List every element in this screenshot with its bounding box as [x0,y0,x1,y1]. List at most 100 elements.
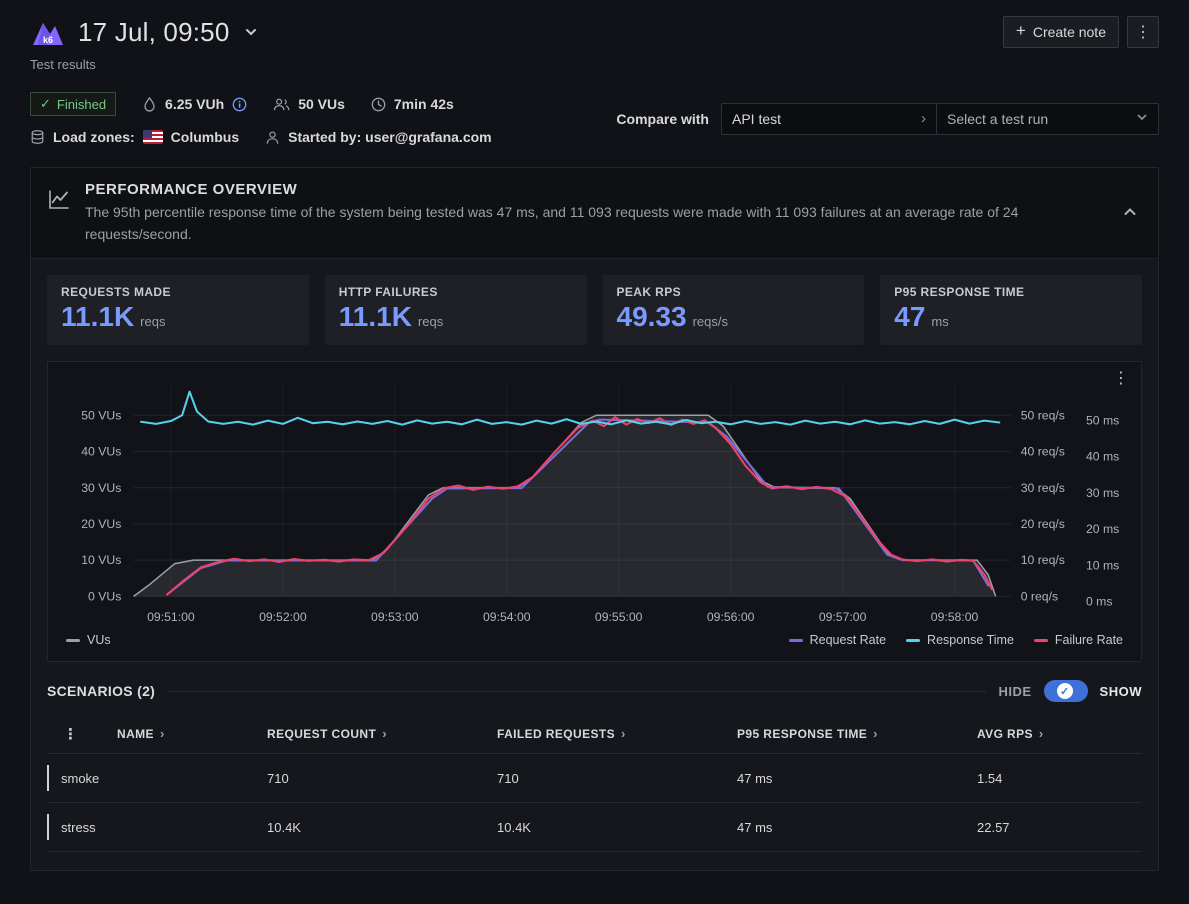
cell-p95: 47 ms [737,820,977,835]
column-header-avg-rps[interactable]: AVG RPS› [977,726,1142,741]
svg-text:20 ms: 20 ms [1086,522,1119,536]
svg-text:0 VUs: 0 VUs [88,590,121,604]
table-row-smoke[interactable]: smoke 710 710 47 ms 1.54 [47,754,1142,803]
chevron-down-icon [1136,110,1148,127]
load-zones: Load zones: Columbus [30,129,239,145]
legend-response-time[interactable]: Response Time [906,633,1014,647]
stat-label: PEAK RPS [617,285,851,299]
svg-text:30 ms: 30 ms [1086,486,1119,500]
svg-text:30 req/s: 30 req/s [1021,481,1065,495]
page-subtitle: Test results [30,57,260,72]
legend-vus[interactable]: VUs [66,633,111,647]
column-header-request-count[interactable]: REQUEST COUNT› [267,726,497,741]
column-header-p95-response-time[interactable]: P95 RESPONSE TIME› [737,726,977,741]
performance-chart-panel: ⋮ 0 VUs10 VUs20 VUs30 VUs40 VUs50 VUs0 r… [47,361,1142,662]
legend-label: Response Time [927,633,1014,647]
user-icon [265,130,280,145]
started-by: Started by: user@grafana.com [265,129,492,145]
table-kebab-menu[interactable]: ⋮ [47,725,117,743]
svg-text:09:51:00: 09:51:00 [147,610,195,624]
vuh-value: 6.25 VUh [165,96,224,112]
compare-with-label: Compare with [616,111,709,127]
svg-text:30 VUs: 30 VUs [81,481,121,495]
svg-text:0 ms: 0 ms [1086,595,1112,609]
column-header-name[interactable]: NAME› [117,726,267,741]
stat-requests-made: REQUESTS MADE 11.1Kreqs [47,275,309,345]
page-title: 17 Jul, 09:50 [78,17,230,48]
legend-request-rate[interactable]: Request Rate [789,633,886,647]
hide-show-toggle[interactable]: ✓ [1044,680,1088,702]
row-accent [47,765,49,791]
svg-text:50 VUs: 50 VUs [81,409,121,423]
compare-run-placeholder: Select a test run [947,111,1048,127]
scenarios-header: SCENARIOS (2) HIDE ✓ SHOW [31,662,1158,712]
duration-metric: 7min 42s [371,96,454,112]
meta-row-2: Load zones: Columbus Started by: user@gr… [30,129,492,145]
row-accent [47,814,49,840]
series-response-time [141,392,999,425]
svg-text:40 VUs: 40 VUs [81,445,121,459]
svg-text:09:55:00: 09:55:00 [595,610,643,624]
started-by-value: Started by: user@grafana.com [288,129,492,145]
meta-left: ✓ Finished 6.25 VUh 50 VUs [30,92,492,145]
svg-text:09:58:00: 09:58:00 [931,610,979,624]
legend-label: Request Rate [810,633,886,647]
stat-label: HTTP FAILURES [339,285,573,299]
svg-text:40 req/s: 40 req/s [1021,445,1065,459]
cell-request-count: 10.4K [267,820,497,835]
stat-value: 11.1K [61,302,134,333]
cell-avg-rps: 1.54 [977,771,1142,786]
legend-failure-rate[interactable]: Failure Rate [1034,633,1123,647]
header-kebab-menu-button[interactable]: ⋮ [1127,16,1159,48]
stat-http-failures: HTTP FAILURES 11.1K reqs [325,275,587,345]
stat-p95-response-time: P95 RESPONSE TIME 47ms [880,275,1142,345]
info-icon[interactable] [232,97,247,112]
compare-test-select[interactable]: API test › [722,104,936,134]
sort-chevron-icon: › [621,726,626,741]
svg-text:0 req/s: 0 req/s [1021,590,1058,604]
us-flag-icon [143,130,163,144]
table-row-stress[interactable]: stress 10.4K 10.4K 47 ms 22.57 [47,803,1142,852]
compare-run-select[interactable]: Select a test run [936,104,1158,134]
title-dropdown-chevron-icon[interactable] [242,23,260,41]
svg-text:10 req/s: 10 req/s [1021,553,1065,567]
meta-row-1: ✓ Finished 6.25 VUh 50 VUs [30,92,492,116]
show-label: SHOW [1100,684,1142,699]
status-badge: ✓ Finished [30,92,116,116]
stat-label: REQUESTS MADE [61,285,295,299]
svg-text:09:52:00: 09:52:00 [259,610,307,624]
stat-value: 11.1K [339,302,412,333]
compare-test-value: API test [732,111,781,127]
scenarios-title: SCENARIOS (2) [47,683,155,699]
column-header-failed-requests[interactable]: FAILED REQUESTS› [497,726,737,741]
chart-kebab-menu[interactable]: ⋮ [1113,368,1129,388]
create-note-button[interactable]: + Create note [1003,16,1119,48]
svg-text:09:56:00: 09:56:00 [707,610,755,624]
duration-value: 7min 42s [394,96,454,112]
collapse-chevron-up-icon[interactable] [1118,200,1142,227]
stat-value: 47 [894,302,925,333]
stat-unit: ms [931,314,948,329]
stat-value: 49.33 [617,302,687,333]
meta-section: ✓ Finished 6.25 VUh 50 VUs [30,92,1159,145]
stat-peak-rps: PEAK RPS 49.33 reqs/s [603,275,865,345]
hide-label: HIDE [998,684,1031,699]
legend-swatch-request-rate [789,639,803,642]
stat-unit: reqs [418,314,443,329]
svg-text:40 ms: 40 ms [1086,450,1119,464]
svg-text:50 req/s: 50 req/s [1021,409,1065,423]
svg-text:09:53:00: 09:53:00 [371,610,419,624]
load-zones-label: Load zones: [53,129,135,145]
performance-chart: 0 VUs10 VUs20 VUs30 VUs40 VUs50 VUs0 req… [52,372,1137,629]
stat-unit: reqs/s [693,314,728,329]
status-label: Finished [57,97,106,112]
droplet-icon [142,96,157,112]
k6-logo-icon: k6 [30,14,66,50]
svg-text:09:57:00: 09:57:00 [819,610,867,624]
stats-row: REQUESTS MADE 11.1Kreqs HTTP FAILURES 11… [31,259,1158,361]
cell-name: stress [47,820,267,835]
compare-with: Compare with API test › Select a test ru… [616,103,1159,135]
vus-metric: 50 VUs [273,96,345,112]
top-bar: k6 17 Jul, 09:50 Test results + Create n… [30,14,1159,72]
scenarios-table: ⋮ NAME› REQUEST COUNT› FAILED REQUESTS› … [31,712,1158,870]
